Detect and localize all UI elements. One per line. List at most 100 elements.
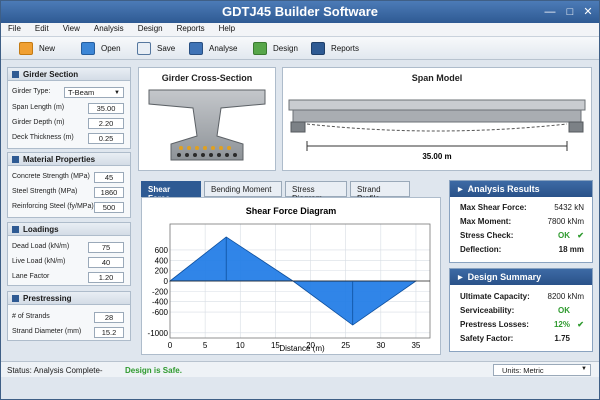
tab-stress-diagram[interactable]: Stress Diagram xyxy=(285,181,347,203)
chart-x-tick-label: 25 xyxy=(341,341,350,350)
material-icon xyxy=(12,155,19,163)
shear-chart-card: Shear Force Diagram Distance (m) 0 5 10 15 2… xyxy=(141,197,441,355)
chart-y-tick-label: 0 xyxy=(164,277,169,286)
menu-file[interactable]: File xyxy=(1,23,28,33)
design-summary-panel: ▶ Design Summary Ultimate Capacity: 8200 k… xyxy=(449,268,593,352)
new-label: New xyxy=(39,44,56,53)
prestressing-panel: Prestressing # of Strands 28 Strand Diam… xyxy=(7,291,131,341)
girder-type-select[interactable]: T-Beam ▼ xyxy=(64,87,124,98)
concrete-strength-field[interactable]: 45 xyxy=(94,172,124,183)
analyse-icon xyxy=(189,42,203,55)
steel-strength-label: Steel Strength (MPa) xyxy=(12,188,78,195)
cross-section-card: Girder Cross-Section xyxy=(138,67,276,171)
section-icon xyxy=(12,70,19,78)
checkmark-icon: ✔ xyxy=(577,231,584,240)
stress-check-label: Stress Check: xyxy=(460,231,514,240)
safety-factor-value: 1.75 xyxy=(554,334,570,343)
maximize-icon[interactable]: □ xyxy=(561,5,579,19)
reports-button[interactable]: Reports xyxy=(311,40,359,57)
prestressing-title: Prestressing xyxy=(23,293,72,303)
girder-depth-field[interactable]: 2.20 xyxy=(88,118,124,129)
material-header: Material Properties xyxy=(8,153,130,166)
menu-design[interactable]: Design xyxy=(131,23,170,33)
design-summary-title: Design Summary xyxy=(467,272,542,282)
span-model-card: Span Model 35.00 m xyxy=(282,67,592,171)
menu-reports[interactable]: Reports xyxy=(170,23,212,33)
girder-section-shape xyxy=(148,89,266,161)
chart-y-tick-label: -200 xyxy=(152,287,169,296)
checkmark-icon: ✔ xyxy=(577,320,584,329)
deck-shape xyxy=(288,99,586,111)
lane-factor-label: Lane Factor xyxy=(12,273,50,280)
chevron-down-icon: ▼ xyxy=(114,90,120,96)
max-shear-value: 5432 kN xyxy=(554,203,584,212)
pencil-icon xyxy=(253,42,267,55)
strands-field[interactable]: 28 xyxy=(94,312,124,323)
chart-x-tick-label: 5 xyxy=(203,341,208,350)
save-icon xyxy=(137,42,151,55)
menu-analysis[interactable]: Analysis xyxy=(87,23,131,33)
tab-strand-profile[interactable]: Strand Profile xyxy=(350,181,410,203)
tab-bending-moment[interactable]: Bending Moment xyxy=(204,181,282,197)
reinforcing-steel-label: Reinforcing Steel (fy/MPa) xyxy=(12,203,94,210)
design-button[interactable]: Design xyxy=(253,40,298,57)
menu-help[interactable]: Help xyxy=(212,23,242,33)
status-bar: Status: Analysis Complete- Design is Saf… xyxy=(1,361,599,377)
steel-strength-field[interactable]: 1860 xyxy=(94,187,124,198)
live-load-field[interactable]: 40 xyxy=(88,257,124,268)
chart-x-tick-label: 0 xyxy=(168,341,173,350)
analysis-results-header: ▶ Analysis Results xyxy=(450,181,592,197)
deflection-value: 18 mm xyxy=(558,245,584,254)
lane-factor-field[interactable]: 1.20 xyxy=(88,272,124,283)
chart-x-tick-label: 30 xyxy=(376,341,385,350)
safety-factor-label: Safety Factor: xyxy=(460,334,514,343)
tab-shear-force[interactable]: Shear Force xyxy=(141,181,201,203)
reports-label: Reports xyxy=(331,44,360,53)
new-button[interactable]: New xyxy=(19,40,55,57)
span-model-drawing: 35.00 m xyxy=(288,99,586,161)
loadings-title: Loadings xyxy=(23,224,59,234)
live-load-label: Live Load (kN/m) xyxy=(12,258,66,265)
close-icon[interactable]: ✕ xyxy=(579,5,597,19)
minimize-icon[interactable]: — xyxy=(541,5,559,19)
menu-bar: File Edit View Analysis Design Reports Help xyxy=(1,23,599,37)
design-label: Design xyxy=(273,44,298,53)
deflection-curve xyxy=(306,123,568,132)
material-title: Material Properties xyxy=(23,154,96,164)
status-text: Status: Analysis Complete- xyxy=(7,366,103,375)
strands-label: # of Strands xyxy=(12,313,50,320)
strand-diameter-field[interactable]: 15.2 xyxy=(94,327,124,338)
play-icon: ▶ xyxy=(458,186,463,193)
girder-section-panel: Girder Section Girder Type: T-Beam ▼ Spa… xyxy=(7,67,131,149)
ultimate-capacity-value: 8200 kNm xyxy=(547,292,584,301)
loadings-header: Loadings xyxy=(8,223,130,236)
material-panel: Material Properties Concrete Strength (M… xyxy=(7,152,131,218)
units-select[interactable]: Units: Metric ▼ xyxy=(493,364,591,376)
chart-x-tick-label: 20 xyxy=(306,341,315,350)
cross-section-drawing xyxy=(148,89,266,161)
new-icon xyxy=(19,42,33,55)
menu-edit[interactable]: Edit xyxy=(28,23,56,33)
serviceability-value: OK xyxy=(558,306,570,315)
analysis-results-title: Analysis Results xyxy=(467,184,540,194)
girder-type-value: T-Beam xyxy=(68,88,95,97)
ultimate-capacity-label: Ultimate Capacity: xyxy=(460,292,530,301)
prestress-losses-value: 12% xyxy=(553,320,570,329)
dead-load-field[interactable]: 75 xyxy=(88,242,124,253)
save-button[interactable]: Save xyxy=(137,40,175,57)
max-moment-value: 7800 kNm xyxy=(547,217,584,226)
span-length-field[interactable]: 35.00 xyxy=(88,103,124,114)
title-bar: GDTJ45 Builder Software — □ ✕ xyxy=(1,1,599,23)
analyse-button[interactable]: Analyse xyxy=(189,40,237,57)
reinforcing-steel-field[interactable]: 500 xyxy=(94,202,124,213)
shear-force-chart: Shear Force Diagram Distance (m) 0 5 10 15 2… xyxy=(148,206,431,353)
save-label[interactable]: Save xyxy=(157,44,175,53)
app-window: GDTJ45 Builder Software — □ ✕ File Edit Vi… xyxy=(0,0,600,400)
deck-thickness-field[interactable]: 0.25 xyxy=(88,133,124,144)
window-title: GDTJ45 Builder Software xyxy=(221,4,379,19)
open-button[interactable]: Open xyxy=(81,40,121,57)
menu-view[interactable]: View xyxy=(56,23,87,33)
prestress-losses-label: Prestress Losses: xyxy=(460,320,529,329)
chart-y-tick-label: -600 xyxy=(152,308,169,317)
span-dimension-label: 35.00 m xyxy=(422,152,451,161)
